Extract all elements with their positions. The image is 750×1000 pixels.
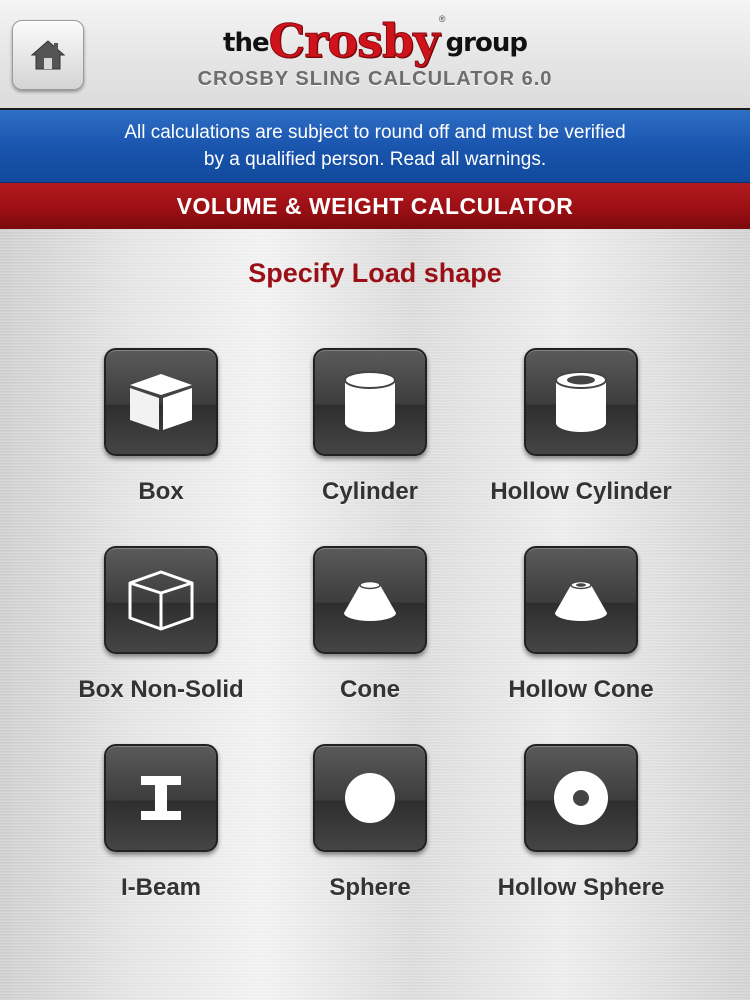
shape-label: Cylinder <box>321 478 419 505</box>
logo-registered-mark: ® <box>438 14 446 24</box>
warning-notice: All calculations are subject to round of… <box>0 110 750 183</box>
shape-label: Box <box>138 478 184 505</box>
shape-label: Cone <box>340 676 400 703</box>
shape-label: Sphere <box>329 874 411 901</box>
shape-tile <box>313 744 427 852</box>
hollow-cone-icon <box>555 580 607 621</box>
hollow-cylinder-icon <box>555 371 607 432</box>
shape-tile <box>524 348 638 456</box>
box-non-solid-icon <box>128 570 194 631</box>
box-icon <box>130 374 192 430</box>
i-beam-icon <box>141 776 181 820</box>
page-prompt: Specify Load shape <box>248 258 502 288</box>
shape-box-non-solid-button[interactable]: Box Non-Solid <box>56 546 266 716</box>
shape-tile <box>104 348 218 456</box>
shape-label: Hollow Sphere <box>497 874 665 901</box>
shape-tile <box>313 546 427 654</box>
shape-cone-button[interactable]: Cone <box>265 546 475 716</box>
shape-label: Hollow Cylinder <box>490 478 672 505</box>
shape-label: I-Beam <box>120 874 202 901</box>
shape-i-beam-button[interactable]: I-Beam <box>56 744 266 914</box>
shape-tile <box>104 546 218 654</box>
shape-cylinder-button[interactable]: Cylinder <box>265 348 475 518</box>
crosby-logo: the Crosby ® group <box>0 8 750 68</box>
shape-label: Hollow Cone <box>508 676 654 703</box>
shape-hollow-sphere-button[interactable]: Hollow Sphere <box>476 744 686 914</box>
cone-icon <box>344 580 396 621</box>
notice-line-1: All calculations are subject to round of… <box>124 122 626 143</box>
app-title: CROSBY SLING CALCULATOR 6.0 <box>197 68 553 90</box>
sphere-icon <box>345 773 395 823</box>
shape-tile <box>104 744 218 852</box>
shape-label: Box Non-Solid <box>78 676 244 703</box>
shape-tile <box>524 546 638 654</box>
shape-sphere-button[interactable]: Sphere <box>265 744 475 914</box>
cylinder-icon <box>344 371 396 432</box>
shape-hollow-cone-button[interactable]: Hollow Cone <box>476 546 686 716</box>
shape-tile <box>313 348 427 456</box>
shape-hollow-cylinder-button[interactable]: Hollow Cylinder <box>476 348 686 518</box>
hollow-sphere-icon <box>554 771 608 825</box>
section-title: VOLUME & WEIGHT CALCULATOR <box>0 183 750 229</box>
app-header: the Crosby ® group CROSBY SLING CALCULAT… <box>0 0 750 110</box>
logo-main: Crosby <box>268 14 440 68</box>
shape-tile <box>524 744 638 852</box>
logo-prefix: the <box>223 28 270 58</box>
notice-line-2: by a qualified person. Read all warnings… <box>203 149 547 170</box>
shape-box-button[interactable]: Box <box>56 348 266 518</box>
logo-suffix: group <box>445 28 528 58</box>
